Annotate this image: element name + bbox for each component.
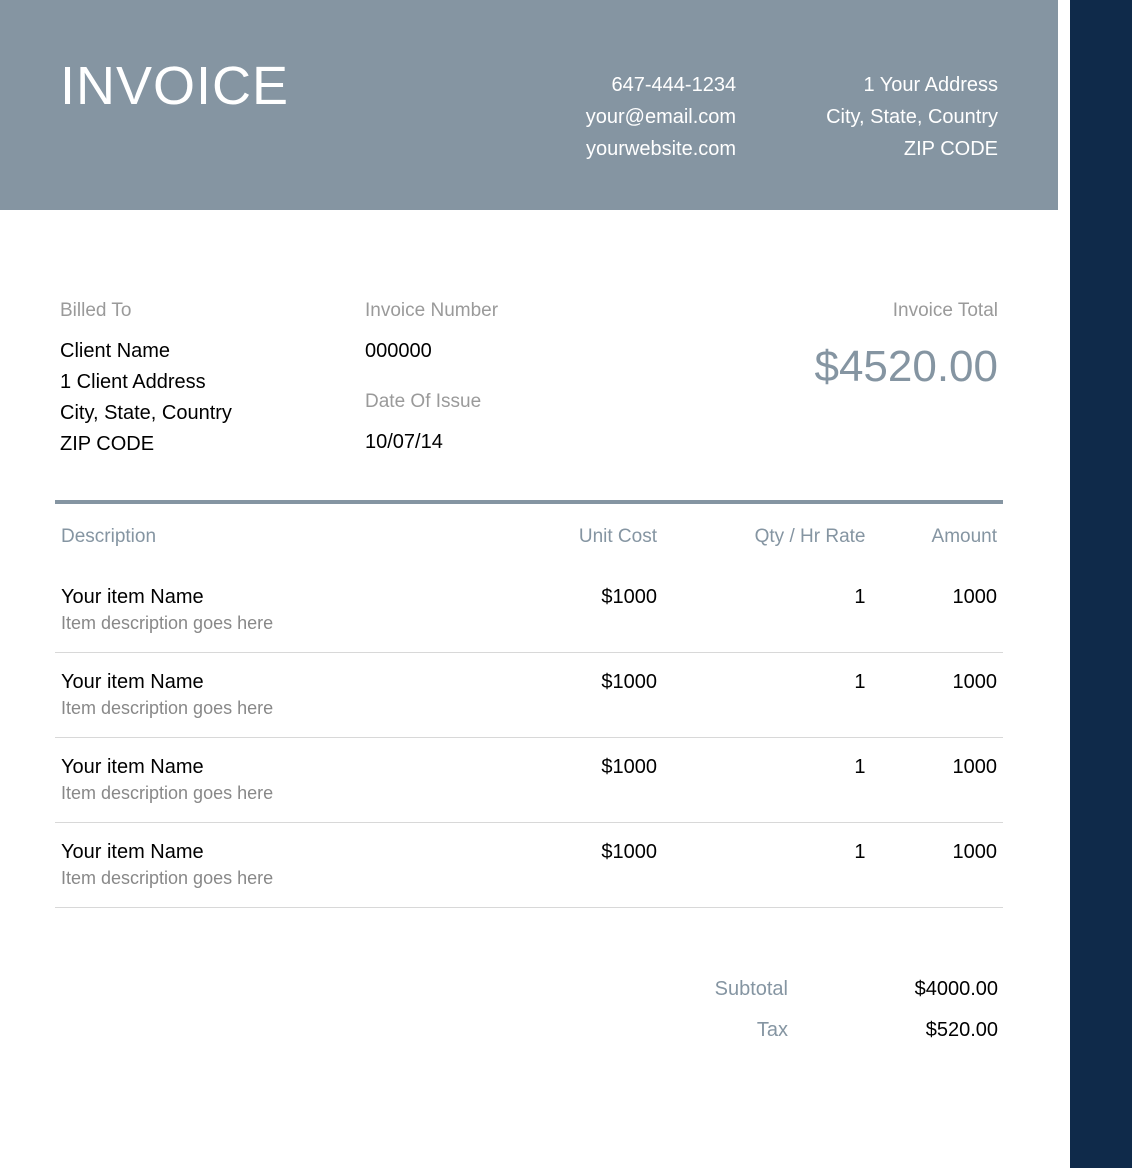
item-amount: 1000 [871,653,1003,738]
header-zip: ZIP CODE [826,133,998,165]
table-row: Your item Name Item description goes here… [55,653,1003,738]
item-description: Item description goes here [61,698,504,719]
col-qty: Qty / Hr Rate [663,516,871,568]
line-items-table: Description Unit Cost Qty / Hr Rate Amou… [55,516,1003,908]
page-right-stripe [1062,0,1132,1168]
item-description: Item description goes here [61,783,504,804]
table-top-rule [55,500,1003,504]
line-items-table-wrap: Description Unit Cost Qty / Hr Rate Amou… [0,500,1058,908]
billed-to-label: Billed To [60,300,365,322]
item-description-cell: Your item Name Item description goes here [55,738,510,823]
tax-value: $520.00 [858,1019,998,1042]
header-phone: 647-444-1234 [586,69,736,101]
item-amount: 1000 [871,823,1003,908]
item-amount: 1000 [871,568,1003,653]
client-name: Client Name [60,336,365,367]
item-name: Your item Name [61,841,504,864]
item-unit-cost: $1000 [510,823,663,908]
invoice-number-block: Invoice Number 000000 Date Of Issue 10/0… [365,300,655,460]
date-of-issue-label: Date Of Issue [365,391,655,413]
invoice-total-block: Invoice Total $4520.00 [655,300,998,460]
invoice-header: INVOICE 647-444-1234 your@email.com your… [0,0,1058,210]
col-description: Description [55,516,510,568]
totals-block: Subtotal $4000.00 Tax $520.00 [0,908,1058,1042]
item-qty: 1 [663,823,871,908]
invoice-number: 000000 [365,336,655,367]
subtotal-label: Subtotal [668,978,788,1001]
invoice-meta: Billed To Client Name 1 Client Address C… [0,210,1058,500]
item-description-cell: Your item Name Item description goes here [55,568,510,653]
item-amount: 1000 [871,738,1003,823]
subtotal-row: Subtotal $4000.00 [668,978,998,1001]
date-of-issue: 10/07/14 [365,427,655,458]
col-amount: Amount [871,516,1003,568]
tax-row: Tax $520.00 [668,1019,998,1042]
billed-to-block: Billed To Client Name 1 Client Address C… [60,300,365,460]
item-qty: 1 [663,568,871,653]
page-right-stripe-gap [1058,0,1070,1168]
item-name: Your item Name [61,586,504,609]
item-qty: 1 [663,653,871,738]
tax-label: Tax [668,1019,788,1042]
item-name: Your item Name [61,671,504,694]
invoice-total-label: Invoice Total [655,300,998,322]
item-unit-cost: $1000 [510,738,663,823]
subtotal-value: $4000.00 [858,978,998,1001]
invoice-title: INVOICE [60,55,289,142]
invoice-total-amount: $4520.00 [655,342,998,392]
header-address: 1 Your Address City, State, Country ZIP … [826,69,998,142]
header-website: yourwebsite.com [586,133,736,165]
client-zip: ZIP CODE [60,429,365,460]
table-row: Your item Name Item description goes here… [55,738,1003,823]
item-name: Your item Name [61,756,504,779]
header-address-line2: City, State, Country [826,101,998,133]
item-unit-cost: $1000 [510,568,663,653]
item-description: Item description goes here [61,868,504,889]
item-description-cell: Your item Name Item description goes here [55,653,510,738]
item-qty: 1 [663,738,871,823]
header-email: your@email.com [586,101,736,133]
invoice-number-label: Invoice Number [365,300,655,322]
col-unit-cost: Unit Cost [510,516,663,568]
item-description-cell: Your item Name Item description goes here [55,823,510,908]
item-description: Item description goes here [61,613,504,634]
client-address1: 1 Client Address [60,367,365,398]
item-unit-cost: $1000 [510,653,663,738]
table-row: Your item Name Item description goes here… [55,823,1003,908]
header-address-line1: 1 Your Address [826,69,998,101]
table-row: Your item Name Item description goes here… [55,568,1003,653]
client-address2: City, State, Country [60,398,365,429]
header-right: 647-444-1234 your@email.com yourwebsite.… [586,55,998,142]
header-contact: 647-444-1234 your@email.com yourwebsite.… [586,69,736,142]
invoice-page: INVOICE 647-444-1234 your@email.com your… [0,0,1058,1042]
